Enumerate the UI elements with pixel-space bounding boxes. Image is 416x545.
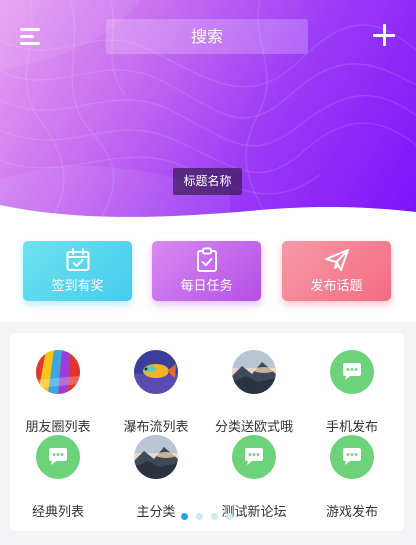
action-label: 每日任务	[180, 279, 233, 294]
action-label: 发布话题	[310, 279, 363, 294]
mountain-sunset-image	[232, 350, 276, 394]
header-banner: 搜索 标题名称	[0, 0, 416, 222]
page-dot[interactable]	[211, 513, 218, 520]
page-indicator	[10, 513, 404, 520]
menu-icon	[20, 28, 40, 31]
grid-item-label: 瀑布流列表	[123, 420, 189, 435]
chat-bubble-icon	[330, 435, 374, 479]
hot-air-balloon-image	[36, 350, 80, 394]
search-input[interactable]: 搜索	[106, 19, 308, 54]
menu-button[interactable]	[20, 28, 42, 46]
page-dot[interactable]	[181, 513, 188, 520]
action-label: 签到有奖	[51, 279, 104, 294]
page-dot[interactable]	[196, 513, 203, 520]
grid-item-label: 分类送欧式哦	[214, 420, 293, 435]
paper-plane-icon	[325, 249, 349, 271]
chat-bubble-icon	[36, 435, 80, 479]
grid-item-label: 朋友圈列表	[25, 420, 91, 435]
sign-in-reward-button[interactable]: 签到有奖	[23, 241, 132, 301]
chat-bubble-icon	[232, 435, 276, 479]
page-dot[interactable]	[226, 513, 233, 520]
category-grid: 朋友圈列表 瀑布流列表 分类送欧式哦 手机发布 经典列表 主分类 测试新论坛 游…	[10, 333, 404, 531]
banner-title: 标题名称	[173, 168, 242, 195]
add-button[interactable]	[373, 24, 395, 46]
clipboard-check-icon	[197, 247, 217, 272]
grid-item-label: 手机发布	[325, 420, 378, 435]
chat-bubble-icon	[330, 350, 374, 394]
fish-image	[134, 350, 178, 394]
post-topic-button[interactable]: 发布话题	[282, 241, 391, 301]
calendar-check-icon	[66, 248, 90, 271]
mountain-sunset-image	[134, 435, 178, 479]
daily-task-button[interactable]: 每日任务	[152, 241, 261, 301]
